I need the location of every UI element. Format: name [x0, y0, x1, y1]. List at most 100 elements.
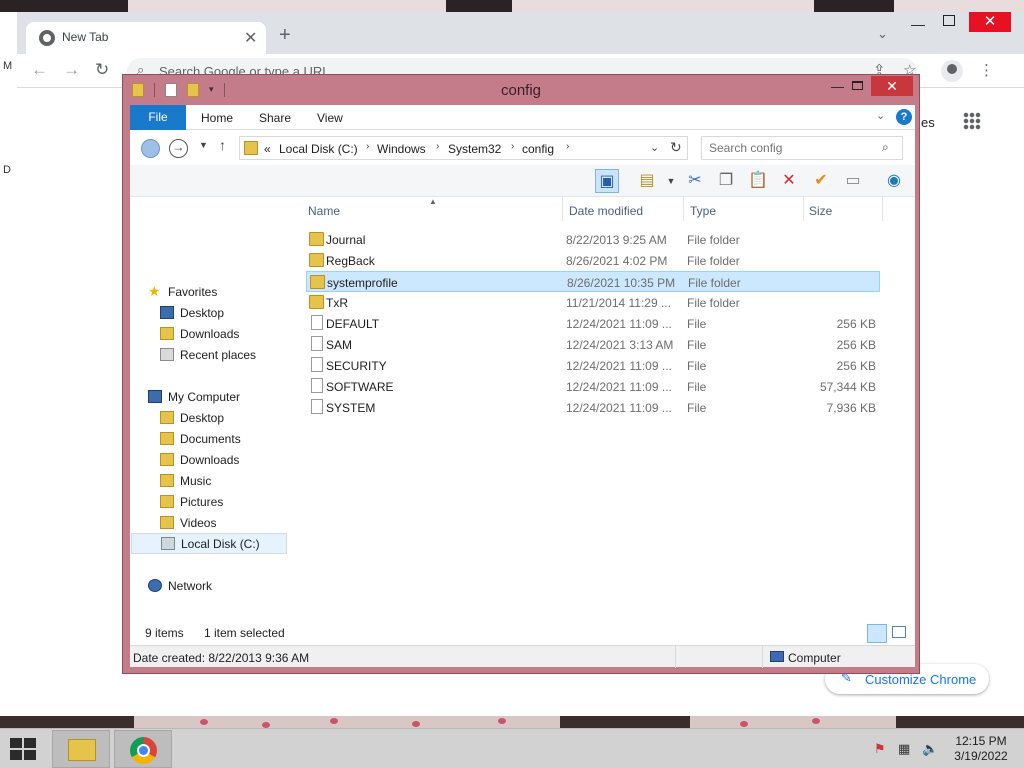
- folder-icon: [160, 432, 174, 445]
- back-arrow-icon[interactable]: ←: [31, 60, 48, 80]
- table-row[interactable]: Journal 8/22/2013 9:25 AM File folder: [306, 229, 880, 250]
- maximize-button[interactable]: [943, 15, 955, 26]
- item-count: 9 items: [145, 626, 184, 640]
- table-row[interactable]: DEFAULT 12/24/2021 11:09 ... File 256 KB: [306, 313, 880, 334]
- column-divider[interactable]: [562, 197, 563, 221]
- file-icon: [311, 378, 323, 393]
- globe-icon[interactable]: ◉: [882, 169, 906, 193]
- table-row[interactable]: SAM 12/24/2021 3:13 AM File 256 KB: [306, 334, 880, 355]
- new-tab-button[interactable]: +: [279, 24, 291, 47]
- desktop-icon: [160, 306, 174, 319]
- breadcrumb-separator-icon[interactable]: ›: [566, 141, 569, 152]
- tab-file[interactable]: File: [130, 105, 186, 130]
- help-icon[interactable]: ?: [896, 109, 912, 125]
- column-header-name[interactable]: Name: [308, 204, 340, 218]
- chrome-tab-new-tab[interactable]: New Tab ✕: [26, 22, 266, 54]
- close-button[interactable]: ✕: [969, 12, 1011, 32]
- tab-home[interactable]: Home: [201, 111, 233, 125]
- chrome-logo-icon: [39, 30, 55, 46]
- forward-arrow-icon[interactable]: →: [63, 60, 80, 80]
- breadcrumb-config[interactable]: config: [522, 142, 554, 156]
- nav-label: My Computer: [168, 390, 241, 404]
- minimize-button[interactable]: —: [831, 79, 844, 94]
- search-icon[interactable]: ⌕: [882, 140, 889, 155]
- up-arrow-icon[interactable]: ↑: [219, 137, 226, 153]
- table-row[interactable]: SYSTEM 12/24/2021 11:09 ... File 7,936 KB: [306, 397, 880, 418]
- table-row[interactable]: SECURITY 12/24/2021 11:09 ... File 256 KB: [306, 355, 880, 376]
- nav-local-disk[interactable]: Local Disk (C:): [131, 533, 287, 554]
- wallpaper-petal: [412, 721, 420, 727]
- nav-label: Network: [168, 579, 213, 593]
- address-dropdown-chevron-icon[interactable]: ⌄: [650, 141, 659, 154]
- file-explorer-icon: [68, 739, 96, 761]
- images-link[interactable]: es: [921, 115, 935, 130]
- start-button[interactable]: [10, 738, 38, 760]
- explorer-title-bar[interactable]: ▾ config — ✕: [123, 75, 919, 105]
- column-header-type[interactable]: Type: [690, 204, 716, 218]
- file-date-modified: 11/21/2014 11:29 ...: [566, 296, 671, 310]
- file-size: 256 KB: [836, 338, 876, 352]
- breadcrumb-overflow[interactable]: «: [264, 142, 271, 156]
- column-divider[interactable]: [803, 197, 804, 221]
- table-row[interactable]: TxR 11/21/2014 11:29 ... File folder: [306, 292, 880, 313]
- close-button[interactable]: ✕: [871, 76, 913, 96]
- column-divider[interactable]: [882, 197, 883, 221]
- file-type: File folder: [688, 276, 741, 290]
- copy-icon[interactable]: ❐: [714, 169, 738, 193]
- breadcrumb-separator-icon[interactable]: ›: [366, 141, 369, 152]
- taskbar-file-explorer[interactable]: [52, 730, 110, 768]
- profile-avatar[interactable]: [941, 60, 963, 82]
- change-view-icon[interactable]: ▤: [635, 169, 659, 193]
- maximize-button[interactable]: [852, 81, 863, 90]
- column-divider[interactable]: [683, 197, 684, 221]
- recent-locations-chevron-icon[interactable]: ▼: [199, 140, 208, 150]
- breadcrumb-windows[interactable]: Windows: [377, 142, 426, 156]
- minimize-button[interactable]: —: [911, 16, 925, 32]
- tab-share[interactable]: Share: [259, 111, 291, 125]
- search-box[interactable]: ⌕: [701, 136, 903, 160]
- action-center-flag-icon[interactable]: ⚑: [874, 741, 886, 757]
- offscreen-letter: D: [3, 164, 11, 176]
- expand-ribbon-chevron-icon[interactable]: ⌄: [876, 109, 885, 122]
- volume-muted-icon[interactable]: 🔈: [922, 741, 938, 757]
- forward-button[interactable]: →: [169, 139, 188, 158]
- nav-label: Favorites: [168, 285, 218, 299]
- view-dropdown-chevron-icon[interactable]: ▼: [659, 169, 683, 193]
- details-view-button[interactable]: [867, 624, 887, 643]
- clock-date: 3/19/2022: [954, 749, 1008, 763]
- table-row[interactable]: SOFTWARE 12/24/2021 11:09 ... File 57,344 K…: [306, 376, 880, 397]
- nav-label: Documents: [180, 432, 241, 446]
- preview-pane-icon[interactable]: ▣: [595, 169, 619, 193]
- breadcrumb-local-disk[interactable]: Local Disk (C:): [279, 142, 358, 156]
- address-bar[interactable]: « Local Disk (C:) › Windows › System32 ›…: [239, 136, 688, 160]
- network-icon[interactable]: ▦: [898, 741, 910, 757]
- tab-search-chevron-icon[interactable]: ⌄: [877, 26, 888, 42]
- properties-check-icon[interactable]: ✔: [809, 169, 833, 193]
- table-row[interactable]: systemprofile 8/26/2021 10:35 PM File fold…: [306, 271, 880, 292]
- refresh-icon[interactable]: ↻: [670, 139, 682, 156]
- paste-icon[interactable]: 📋: [746, 169, 770, 193]
- back-button[interactable]: [141, 139, 160, 158]
- column-header-date-modified[interactable]: Date modified: [569, 204, 643, 218]
- delete-icon[interactable]: ✕: [777, 169, 801, 193]
- kebab-menu-icon[interactable]: ⋮: [979, 61, 994, 79]
- column-header-size[interactable]: Size: [809, 204, 832, 218]
- table-row[interactable]: RegBack 8/26/2021 4:02 PM File folder: [306, 250, 880, 271]
- reload-icon[interactable]: ↻: [95, 60, 109, 80]
- cut-icon[interactable]: ✂: [683, 169, 707, 193]
- taskbar-chrome[interactable]: [114, 730, 172, 768]
- rename-icon[interactable]: ▭: [841, 169, 865, 193]
- apps-grid-icon[interactable]: [963, 112, 981, 130]
- search-input[interactable]: [702, 137, 882, 159]
- tab-view[interactable]: View: [317, 111, 343, 125]
- file-type: File: [687, 401, 707, 415]
- breadcrumb-system32[interactable]: System32: [448, 142, 501, 156]
- breadcrumb-separator-icon[interactable]: ›: [511, 141, 514, 152]
- close-icon[interactable]: ✕: [244, 28, 257, 48]
- breadcrumb-separator-icon[interactable]: ›: [436, 141, 439, 152]
- desktop-wallpaper-bottom: [0, 716, 1024, 728]
- file-date-modified: 8/22/2013 9:25 AM: [566, 233, 667, 247]
- file-explorer-window: ▾ config — ✕ File Home Share View ⌄ ? → …: [122, 74, 920, 674]
- taskbar-clock[interactable]: 12:15 PM 3/19/2022: [946, 734, 1016, 764]
- large-icons-view-button[interactable]: [892, 626, 906, 638]
